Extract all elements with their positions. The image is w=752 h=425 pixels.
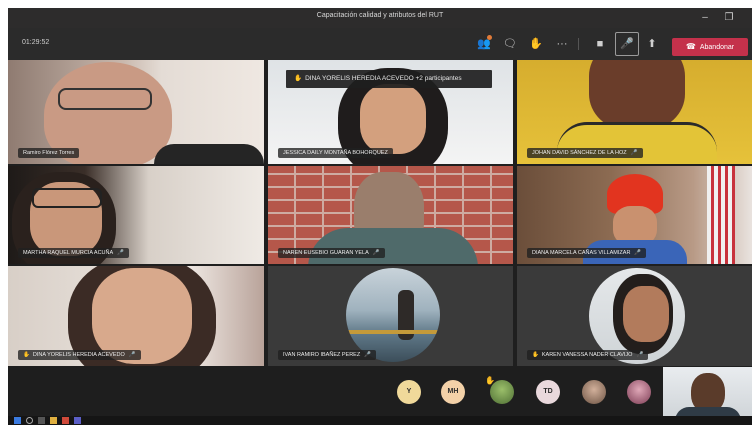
participant-avatar[interactable]: Y — [397, 380, 421, 404]
more-options-icon[interactable]: ··· — [552, 34, 572, 54]
participant-avatar[interactable] — [582, 380, 606, 404]
participant-name-label: JOHAN DAVID SÁNCHEZ DE LA HOZ 🎤 — [527, 148, 643, 158]
minimize-icon[interactable]: – — [696, 10, 714, 26]
video-tile[interactable]: ✋ KAREN VANESSA NADER CLAVIJO 🎤 — [517, 266, 752, 366]
video-tile[interactable]: NAREN EUSEBIO GUARAN YELA 🎤 — [268, 166, 513, 264]
raise-hand-icon[interactable]: ✋ — [526, 34, 546, 54]
window-title: Capacitación calidad y atributos del RUT — [316, 12, 444, 19]
mic-off-icon: 🎤 — [128, 352, 136, 358]
participant-name-label: ✋ DINA YORELIS HEREDIA ACEVEDO 🎤 — [18, 350, 141, 360]
raise-hand-icon: ✋ — [23, 352, 30, 358]
camera-icon[interactable]: ■ — [590, 34, 610, 54]
title-bar: Capacitación calidad y atributos del RUT… — [8, 8, 752, 28]
participant-name-label: DIANA MARCELA CAÑAS VILLAMIZAR 🎤 — [527, 248, 647, 258]
participant-name-label: ✋ KAREN VANESSA NADER CLAVIJO 🎤 — [527, 350, 649, 360]
boat-rail — [346, 330, 440, 334]
participant-name-label: MARTHA RAQUEL MURCIA ACUÑA 🎤 — [18, 248, 130, 258]
video-tile[interactable]: JOHAN DAVID SÁNCHEZ DE LA HOZ 🎤 — [517, 60, 752, 164]
raise-hand-icon: ✋ — [294, 75, 303, 82]
video-tile[interactable]: MARTHA RAQUEL MURCIA ACUÑA 🎤 — [8, 166, 264, 264]
share-screen-icon[interactable]: ⬆ — [642, 34, 662, 54]
toolbar-divider — [578, 38, 579, 50]
video-tile[interactable]: Ramiro Flórez Torres — [8, 60, 264, 164]
participant-face — [360, 84, 426, 154]
os-taskbar — [8, 416, 752, 425]
chat-icon[interactable]: 🗨 — [500, 34, 520, 54]
teams-window: Capacitación calidad y atributos del RUT… — [8, 8, 752, 425]
mic-off-icon[interactable]: 🎤 — [615, 32, 639, 56]
leave-button[interactable]: ☎ Abandonar — [672, 38, 748, 56]
video-grid: Ramiro Flórez Torres JESSICA DAILY MONTA… — [8, 60, 752, 366]
task-view-icon[interactable] — [38, 417, 45, 424]
participant-face — [623, 286, 669, 342]
browser-icon[interactable] — [62, 417, 69, 424]
participant-name-label: NAREN EUSEBIO GUARAN YELA 🎤 — [278, 248, 385, 258]
video-tile[interactable]: DIANA MARCELA CAÑAS VILLAMIZAR 🎤 — [517, 166, 752, 264]
glasses-shape — [58, 88, 152, 110]
mic-off-icon: 🎤 — [372, 250, 380, 256]
meeting-timer: 01:29:52 — [22, 39, 50, 46]
search-icon[interactable] — [26, 417, 33, 424]
windows-start-icon[interactable] — [14, 417, 21, 424]
raise-hand-icon: ✋ — [485, 376, 495, 385]
participant-photo — [346, 268, 440, 362]
mic-off-icon: 🎤 — [364, 352, 372, 358]
participants-badge — [487, 35, 492, 40]
phone-icon: ☎ — [685, 42, 696, 51]
glasses-shape — [32, 188, 102, 208]
raise-hand-icon: ✋ — [532, 352, 539, 358]
participant-name-label: Ramiro Flórez Torres — [18, 148, 80, 158]
mic-off-icon: 🎤 — [630, 150, 638, 156]
video-tile[interactable]: ✋ DINA YORELIS HEREDIA ACEVEDO 🎤 — [8, 266, 264, 366]
participant-name-label: IVAN RAMIRO IBAÑEZ PEREZ 🎤 — [278, 350, 377, 360]
person-silhouette — [154, 144, 264, 164]
file-explorer-icon[interactable] — [50, 417, 57, 424]
raised-hands-banner: ✋ DINA YORELIS HEREDIA ACEVEDO +2 partici… — [286, 70, 492, 88]
participant-avatar[interactable]: MH — [441, 380, 465, 404]
leave-label: Abandonar — [699, 44, 735, 51]
video-tile[interactable]: IVAN RAMIRO IBAÑEZ PEREZ 🎤 — [268, 266, 513, 366]
maximize-icon[interactable]: ❐ — [720, 10, 738, 26]
mic-off-icon: 🎤 — [117, 250, 125, 256]
participant-avatar[interactable]: TD — [536, 380, 560, 404]
mic-off-icon: 🎤 — [634, 250, 642, 256]
person-shirt — [308, 228, 478, 264]
self-view-video[interactable] — [663, 367, 752, 423]
participant-avatar[interactable] — [627, 380, 651, 404]
curtain — [707, 166, 735, 264]
participant-name-label: JESSICA DAILY MONTAÑA BOHORQUEZ — [278, 148, 393, 158]
teams-icon[interactable] — [74, 417, 81, 424]
mic-off-icon: 🎤 — [636, 352, 644, 358]
participant-face — [589, 60, 685, 130]
meeting-toolbar: 01:29:52 👥 🗨 ✋ ··· ■ 🎤 ⬆ ☎ Abandonar — [8, 28, 752, 60]
